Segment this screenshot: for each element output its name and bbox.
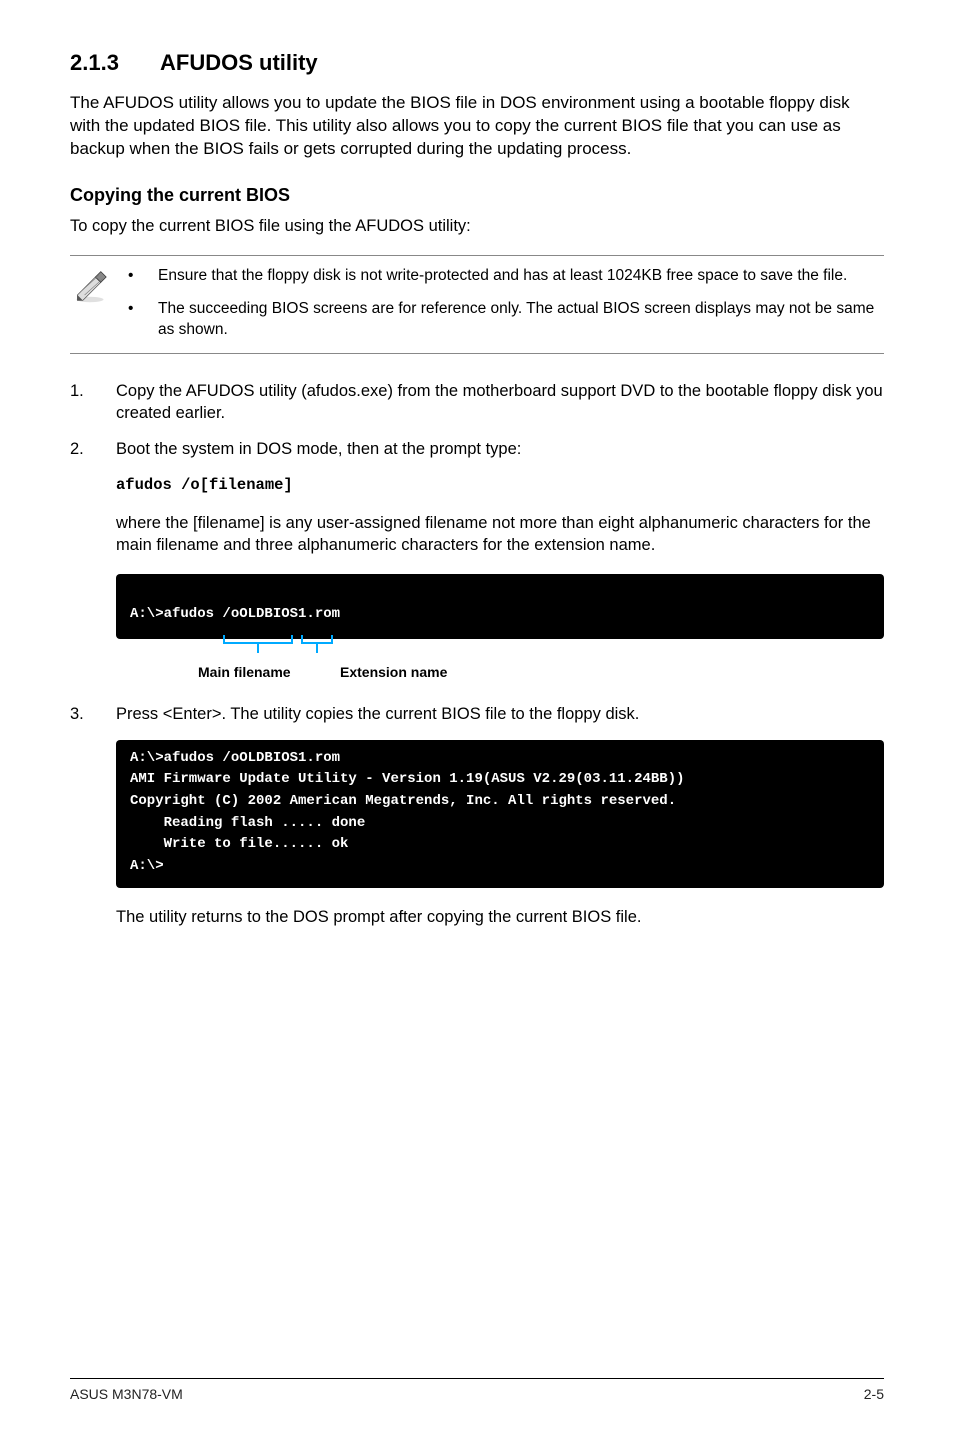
subheading: Copying the current BIOS: [70, 183, 884, 207]
bullet-dot: •: [128, 266, 158, 287]
step-number: 2.: [70, 438, 116, 460]
steps-list: 1. Copy the AFUDOS utility (afudos.exe) …: [70, 380, 884, 461]
note-text: Ensure that the floppy disk is not write…: [158, 266, 884, 287]
subheading-text: To copy the current BIOS file using the …: [70, 215, 884, 237]
steps-list-cont: 3. Press <Enter>. The utility copies the…: [70, 703, 884, 725]
pencil-icon: [70, 266, 128, 311]
section-heading: 2.1.3AFUDOS utility: [70, 48, 884, 78]
bullet-dot: •: [128, 299, 158, 341]
note-list: • Ensure that the floppy disk is not wri…: [128, 266, 884, 341]
step-item: 2. Boot the system in DOS mode, then at …: [70, 438, 884, 460]
code-line: afudos /o[filename]: [116, 475, 884, 496]
step-item: 1. Copy the AFUDOS utility (afudos.exe) …: [70, 380, 884, 425]
section-number: 2.1.3: [70, 48, 160, 78]
filename-labels: Main filename Extension name: [116, 643, 884, 683]
step-text: Copy the AFUDOS utility (afudos.exe) fro…: [116, 380, 884, 425]
terminal-output: A:\>afudos /oOLDBIOS1.rom AMI Firmware U…: [116, 740, 884, 888]
footer-left: ASUS M3N78-VM: [70, 1385, 183, 1404]
step-followup: where the [filename] is any user-assigne…: [116, 512, 884, 557]
note-item: • The succeeding BIOS screens are for re…: [128, 299, 884, 341]
step-text: Press <Enter>. The utility copies the cu…: [116, 703, 884, 725]
footer-right: 2-5: [864, 1385, 884, 1404]
post-terminal-text: The utility returns to the DOS prompt af…: [116, 906, 884, 928]
step-number: 3.: [70, 703, 116, 725]
terminal-output: A:\>afudos /oOLDBIOS1.rom: [116, 574, 884, 639]
note-text: The succeeding BIOS screens are for refe…: [158, 299, 884, 341]
note-block: • Ensure that the floppy disk is not wri…: [70, 255, 884, 354]
label-main-filename: Main filename: [198, 663, 291, 682]
section-title-text: AFUDOS utility: [160, 50, 318, 75]
section-intro: The AFUDOS utility allows you to update …: [70, 92, 884, 161]
note-item: • Ensure that the floppy disk is not wri…: [128, 266, 884, 287]
label-extension-name: Extension name: [340, 663, 447, 682]
page-footer: ASUS M3N78-VM 2-5: [70, 1378, 884, 1404]
step-number: 1.: [70, 380, 116, 425]
step-item: 3. Press <Enter>. The utility copies the…: [70, 703, 884, 725]
terminal-line: A:\>afudos /oOLDBIOS1.rom: [130, 606, 340, 622]
step-text: Boot the system in DOS mode, then at the…: [116, 438, 884, 460]
